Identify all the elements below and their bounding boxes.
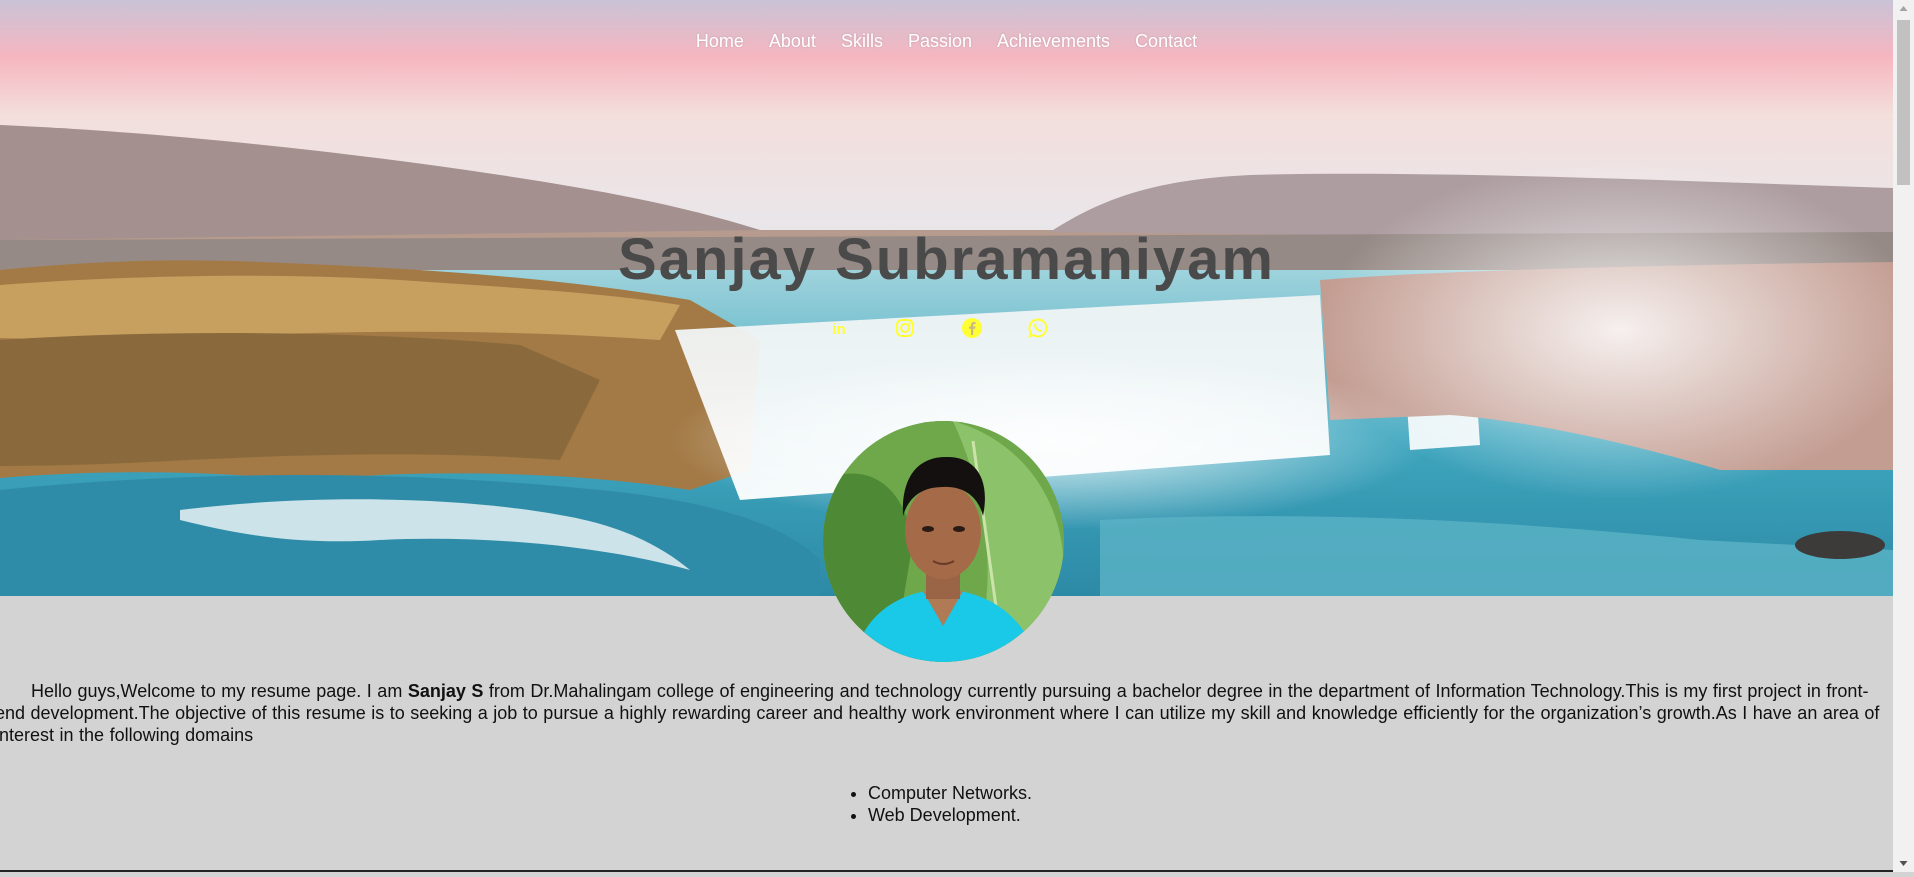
nav-skills-link[interactable]: Skills xyxy=(841,29,883,53)
scroll-down-arrow-icon[interactable] xyxy=(1893,855,1914,872)
intro-prefix: Hello guys,Welcome to my resume page. I … xyxy=(31,681,408,701)
page-title: Sanjay Subramaniyam xyxy=(618,227,1275,292)
nav-home-link[interactable]: Home xyxy=(696,29,744,53)
profile-photo-image xyxy=(823,421,1064,662)
whatsapp-icon[interactable] xyxy=(1026,316,1050,340)
svg-text:in: in xyxy=(832,321,845,338)
linkedin-icon[interactable]: in xyxy=(827,316,851,340)
instagram-icon[interactable] xyxy=(893,316,917,340)
profile-photo xyxy=(823,421,1064,662)
list-item: Web Development. xyxy=(868,804,1032,826)
nav-achievements-link[interactable]: Achievements xyxy=(997,29,1110,53)
social-links: in xyxy=(827,316,1050,340)
nav-passion-link[interactable]: Passion xyxy=(908,29,972,53)
facebook-icon[interactable] xyxy=(960,316,984,340)
scroll-up-arrow-icon[interactable] xyxy=(1893,0,1914,17)
intro-paragraph: Hello guys,Welcome to my resume page. I … xyxy=(0,680,1884,746)
nav-contact-link[interactable]: Contact xyxy=(1135,29,1197,53)
vertical-scrollbar[interactable] xyxy=(1893,0,1914,872)
domains-list: Computer Networks. Web Development. xyxy=(849,782,1032,826)
list-item: Computer Networks. xyxy=(868,782,1032,804)
intro-name: Sanjay S xyxy=(407,681,484,701)
nav-about-link[interactable]: About xyxy=(769,29,816,53)
scrollbar-thumb[interactable] xyxy=(1897,20,1910,185)
top-navigation: Home About Skills Passion Achievements C… xyxy=(0,29,1893,53)
